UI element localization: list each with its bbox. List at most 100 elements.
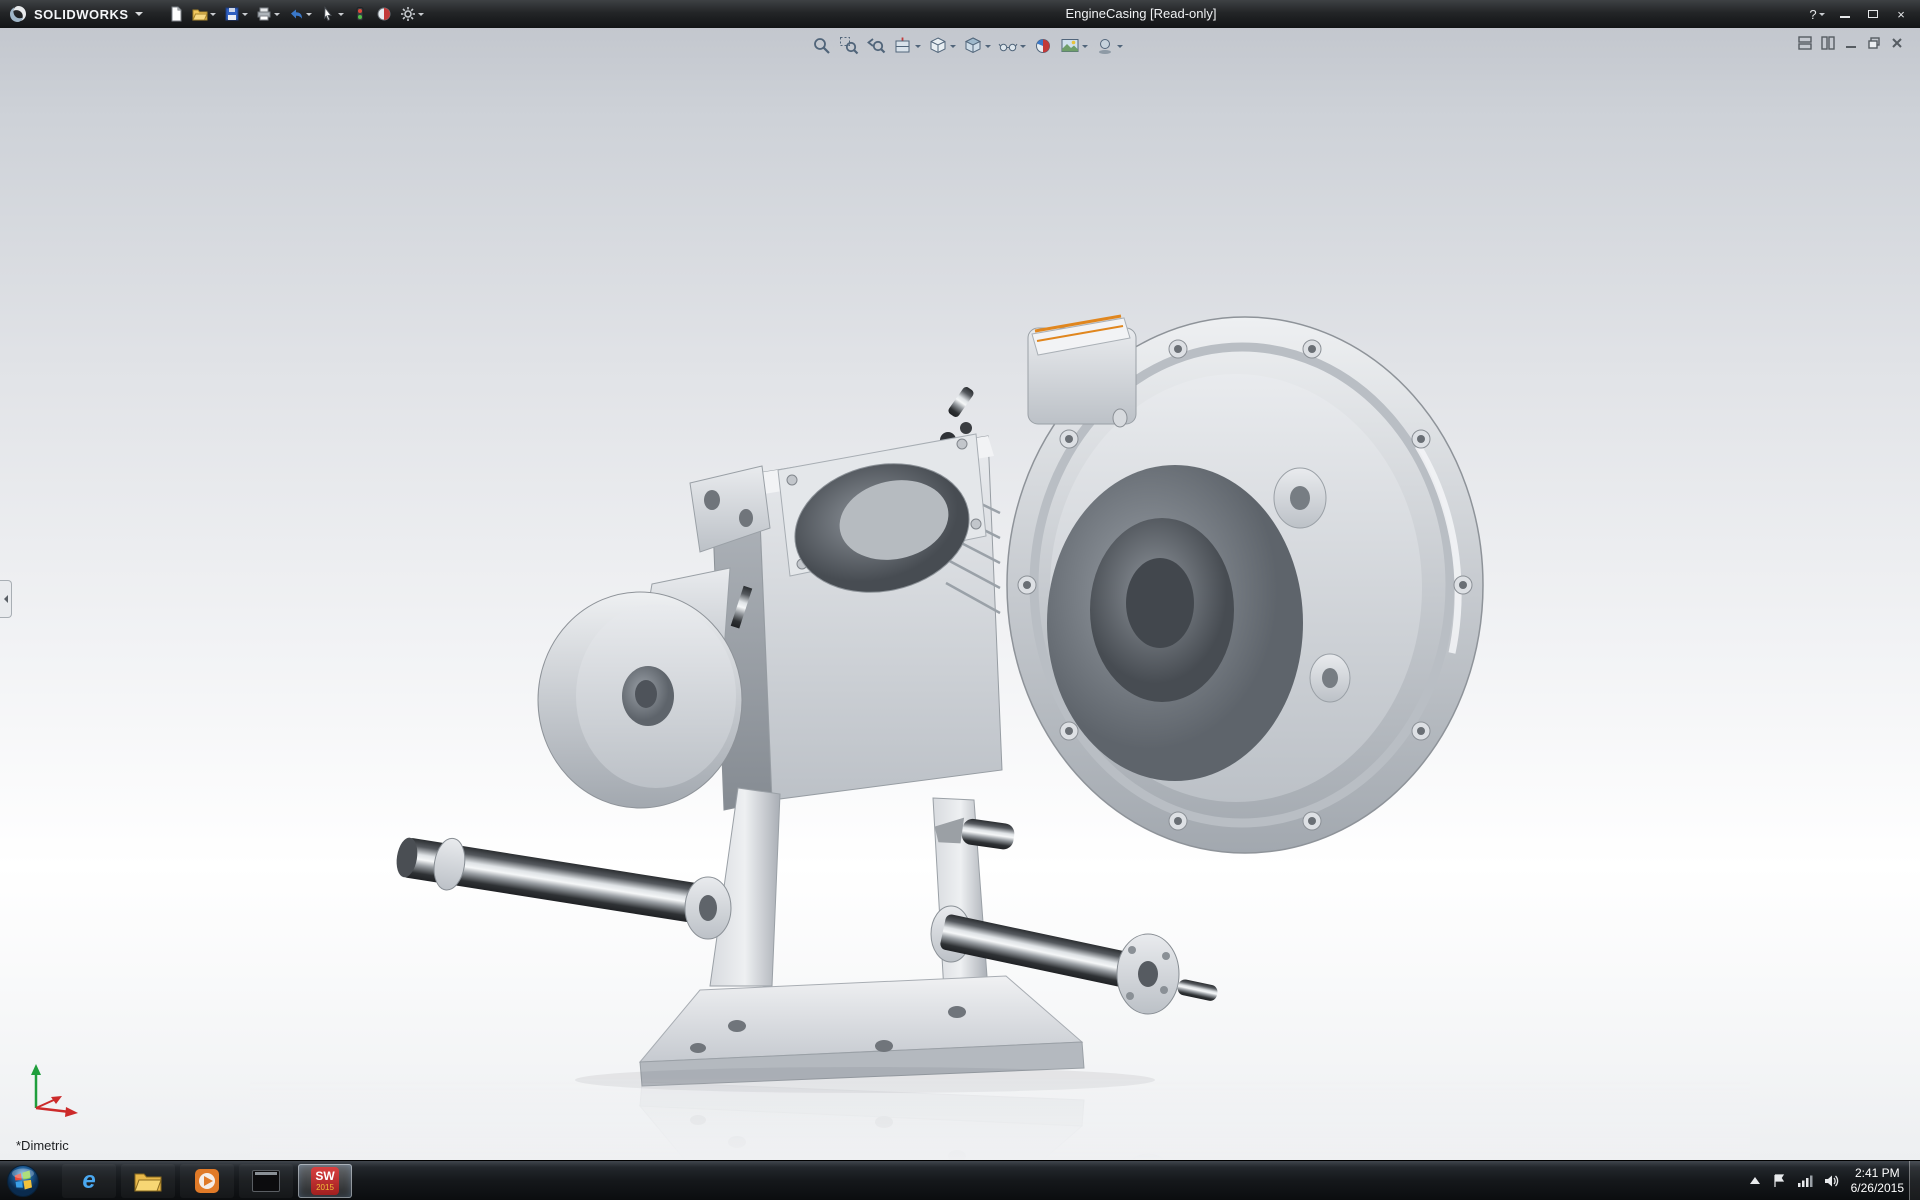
taskbar-clock[interactable]: 2:41 PM 6/26/2015 [1851, 1166, 1904, 1196]
engine-casing-model[interactable] [0, 28, 1920, 1160]
show-desktop-button[interactable] [1909, 1161, 1920, 1200]
window-controls: ? × [1806, 0, 1912, 28]
view-orientation-button[interactable] [926, 34, 958, 58]
split-horizontal-icon[interactable] [1798, 36, 1812, 50]
save-icon [224, 6, 240, 22]
print-button[interactable] [253, 2, 283, 26]
chevron-down-icon[interactable] [1819, 13, 1825, 19]
view-settings-icon [1095, 36, 1115, 56]
select-button[interactable] [317, 2, 347, 26]
main-toolbar [165, 2, 427, 26]
rebuild-traffic-light-icon [352, 6, 368, 22]
new-document-button[interactable] [165, 2, 187, 26]
minimize-icon [1840, 10, 1850, 18]
print-icon [256, 6, 272, 22]
display-style-cube-icon [963, 36, 983, 56]
taskbar-item-windows-explorer[interactable] [121, 1164, 175, 1198]
apply-scene-icon [1060, 36, 1080, 56]
volume-icon[interactable] [1824, 1174, 1840, 1188]
close-button[interactable]: × [1890, 4, 1912, 24]
chevron-down-icon[interactable] [274, 13, 280, 19]
gear-icon [400, 6, 416, 22]
system-tray: 2:41 PM 6/26/2015 [1749, 1161, 1904, 1200]
split-vertical-icon[interactable] [1821, 36, 1835, 50]
chevron-down-icon[interactable] [985, 45, 991, 51]
solidworks-2015-icon: SW 2015 [311, 1167, 339, 1195]
feature-manager-collapsed-tab[interactable] [0, 580, 12, 618]
edit-appearance-button[interactable] [1031, 34, 1055, 58]
taskbar-item-media-player[interactable] [180, 1164, 234, 1198]
document-title: EngineCasing [Read-only] [1065, 0, 1216, 28]
help-button[interactable]: ? [1806, 4, 1828, 24]
open-button[interactable] [189, 2, 219, 26]
section-view-button[interactable] [891, 34, 923, 58]
zoom-to-fit-button[interactable] [810, 34, 834, 58]
heads-up-view-toolbar [810, 34, 1125, 58]
title-bar: SOLIDWORKS [0, 0, 1920, 28]
chevron-down-icon[interactable] [135, 12, 143, 20]
minimize-document-icon[interactable] [1844, 36, 1858, 50]
zoom-to-fit-icon [812, 36, 832, 56]
hide-show-items-button[interactable] [996, 34, 1028, 58]
document-window-controls [1798, 36, 1904, 50]
folder-icon [134, 1170, 162, 1192]
hide-show-glasses-icon [998, 36, 1018, 56]
zoom-to-area-icon [839, 36, 859, 56]
taskbar: e SW 2015 [0, 1160, 1920, 1200]
chevron-down-icon[interactable] [1117, 45, 1123, 51]
view-orientation-cube-icon [928, 36, 948, 56]
appearance-sphere-icon [1033, 36, 1053, 56]
zoom-to-area-button[interactable] [837, 34, 861, 58]
chevron-down-icon[interactable] [915, 45, 921, 51]
chevron-down-icon[interactable] [306, 13, 312, 19]
solidworks-logo[interactable]: SOLIDWORKS [0, 0, 151, 28]
save-button[interactable] [221, 2, 251, 26]
taskbar-item-command-prompt[interactable] [239, 1164, 293, 1198]
graphics-area[interactable]: *Dimetric [0, 28, 1920, 1160]
view-orientation-label: *Dimetric [16, 1138, 69, 1153]
open-folder-icon [192, 6, 208, 22]
previous-view-button[interactable] [864, 34, 888, 58]
chevron-down-icon[interactable] [1082, 45, 1088, 51]
select-cursor-icon [320, 6, 336, 22]
start-button[interactable] [0, 1161, 46, 1200]
chevron-down-icon[interactable] [210, 13, 216, 19]
clock-time: 2:41 PM [1851, 1166, 1904, 1181]
clock-date: 6/26/2015 [1851, 1181, 1904, 1196]
orientation-triad [20, 1056, 84, 1120]
command-prompt-icon [252, 1170, 280, 1192]
section-view-icon [893, 36, 913, 56]
minimize-button[interactable] [1834, 4, 1856, 24]
close-icon: × [1897, 7, 1905, 22]
chevron-down-icon[interactable] [1020, 45, 1026, 51]
chevron-down-icon[interactable] [242, 13, 248, 19]
taskbar-items: e SW 2015 [62, 1164, 352, 1198]
new-document-icon [168, 6, 184, 22]
rebuild-button[interactable] [349, 2, 371, 26]
chevron-down-icon[interactable] [418, 13, 424, 19]
network-icon[interactable] [1797, 1174, 1813, 1188]
taskbar-item-solidworks-2015[interactable]: SW 2015 [298, 1164, 352, 1198]
taskbar-item-internet-explorer[interactable]: e [62, 1164, 116, 1198]
maximize-icon [1868, 10, 1878, 18]
action-center-flag-icon[interactable] [1772, 1174, 1786, 1188]
help-icon: ? [1809, 7, 1816, 22]
view-settings-button[interactable] [1093, 34, 1125, 58]
appearance-sphere-icon [376, 6, 392, 22]
restore-document-icon[interactable] [1867, 36, 1881, 50]
edit-appearance-button[interactable] [373, 2, 395, 26]
hidden-icons-chevron-icon[interactable] [1749, 1176, 1761, 1186]
ds-swirl-icon [8, 4, 28, 24]
media-player-icon [194, 1168, 220, 1194]
previous-view-icon [866, 36, 886, 56]
display-style-button[interactable] [961, 34, 993, 58]
chevron-down-icon[interactable] [338, 13, 344, 19]
chevron-down-icon[interactable] [950, 45, 956, 51]
apply-scene-button[interactable] [1058, 34, 1090, 58]
maximize-button[interactable] [1862, 4, 1884, 24]
close-document-icon[interactable] [1890, 36, 1904, 50]
chevron-left-icon [0, 595, 8, 603]
brand-name: SOLIDWORKS [34, 7, 129, 22]
undo-button[interactable] [285, 2, 315, 26]
options-button[interactable] [397, 2, 427, 26]
